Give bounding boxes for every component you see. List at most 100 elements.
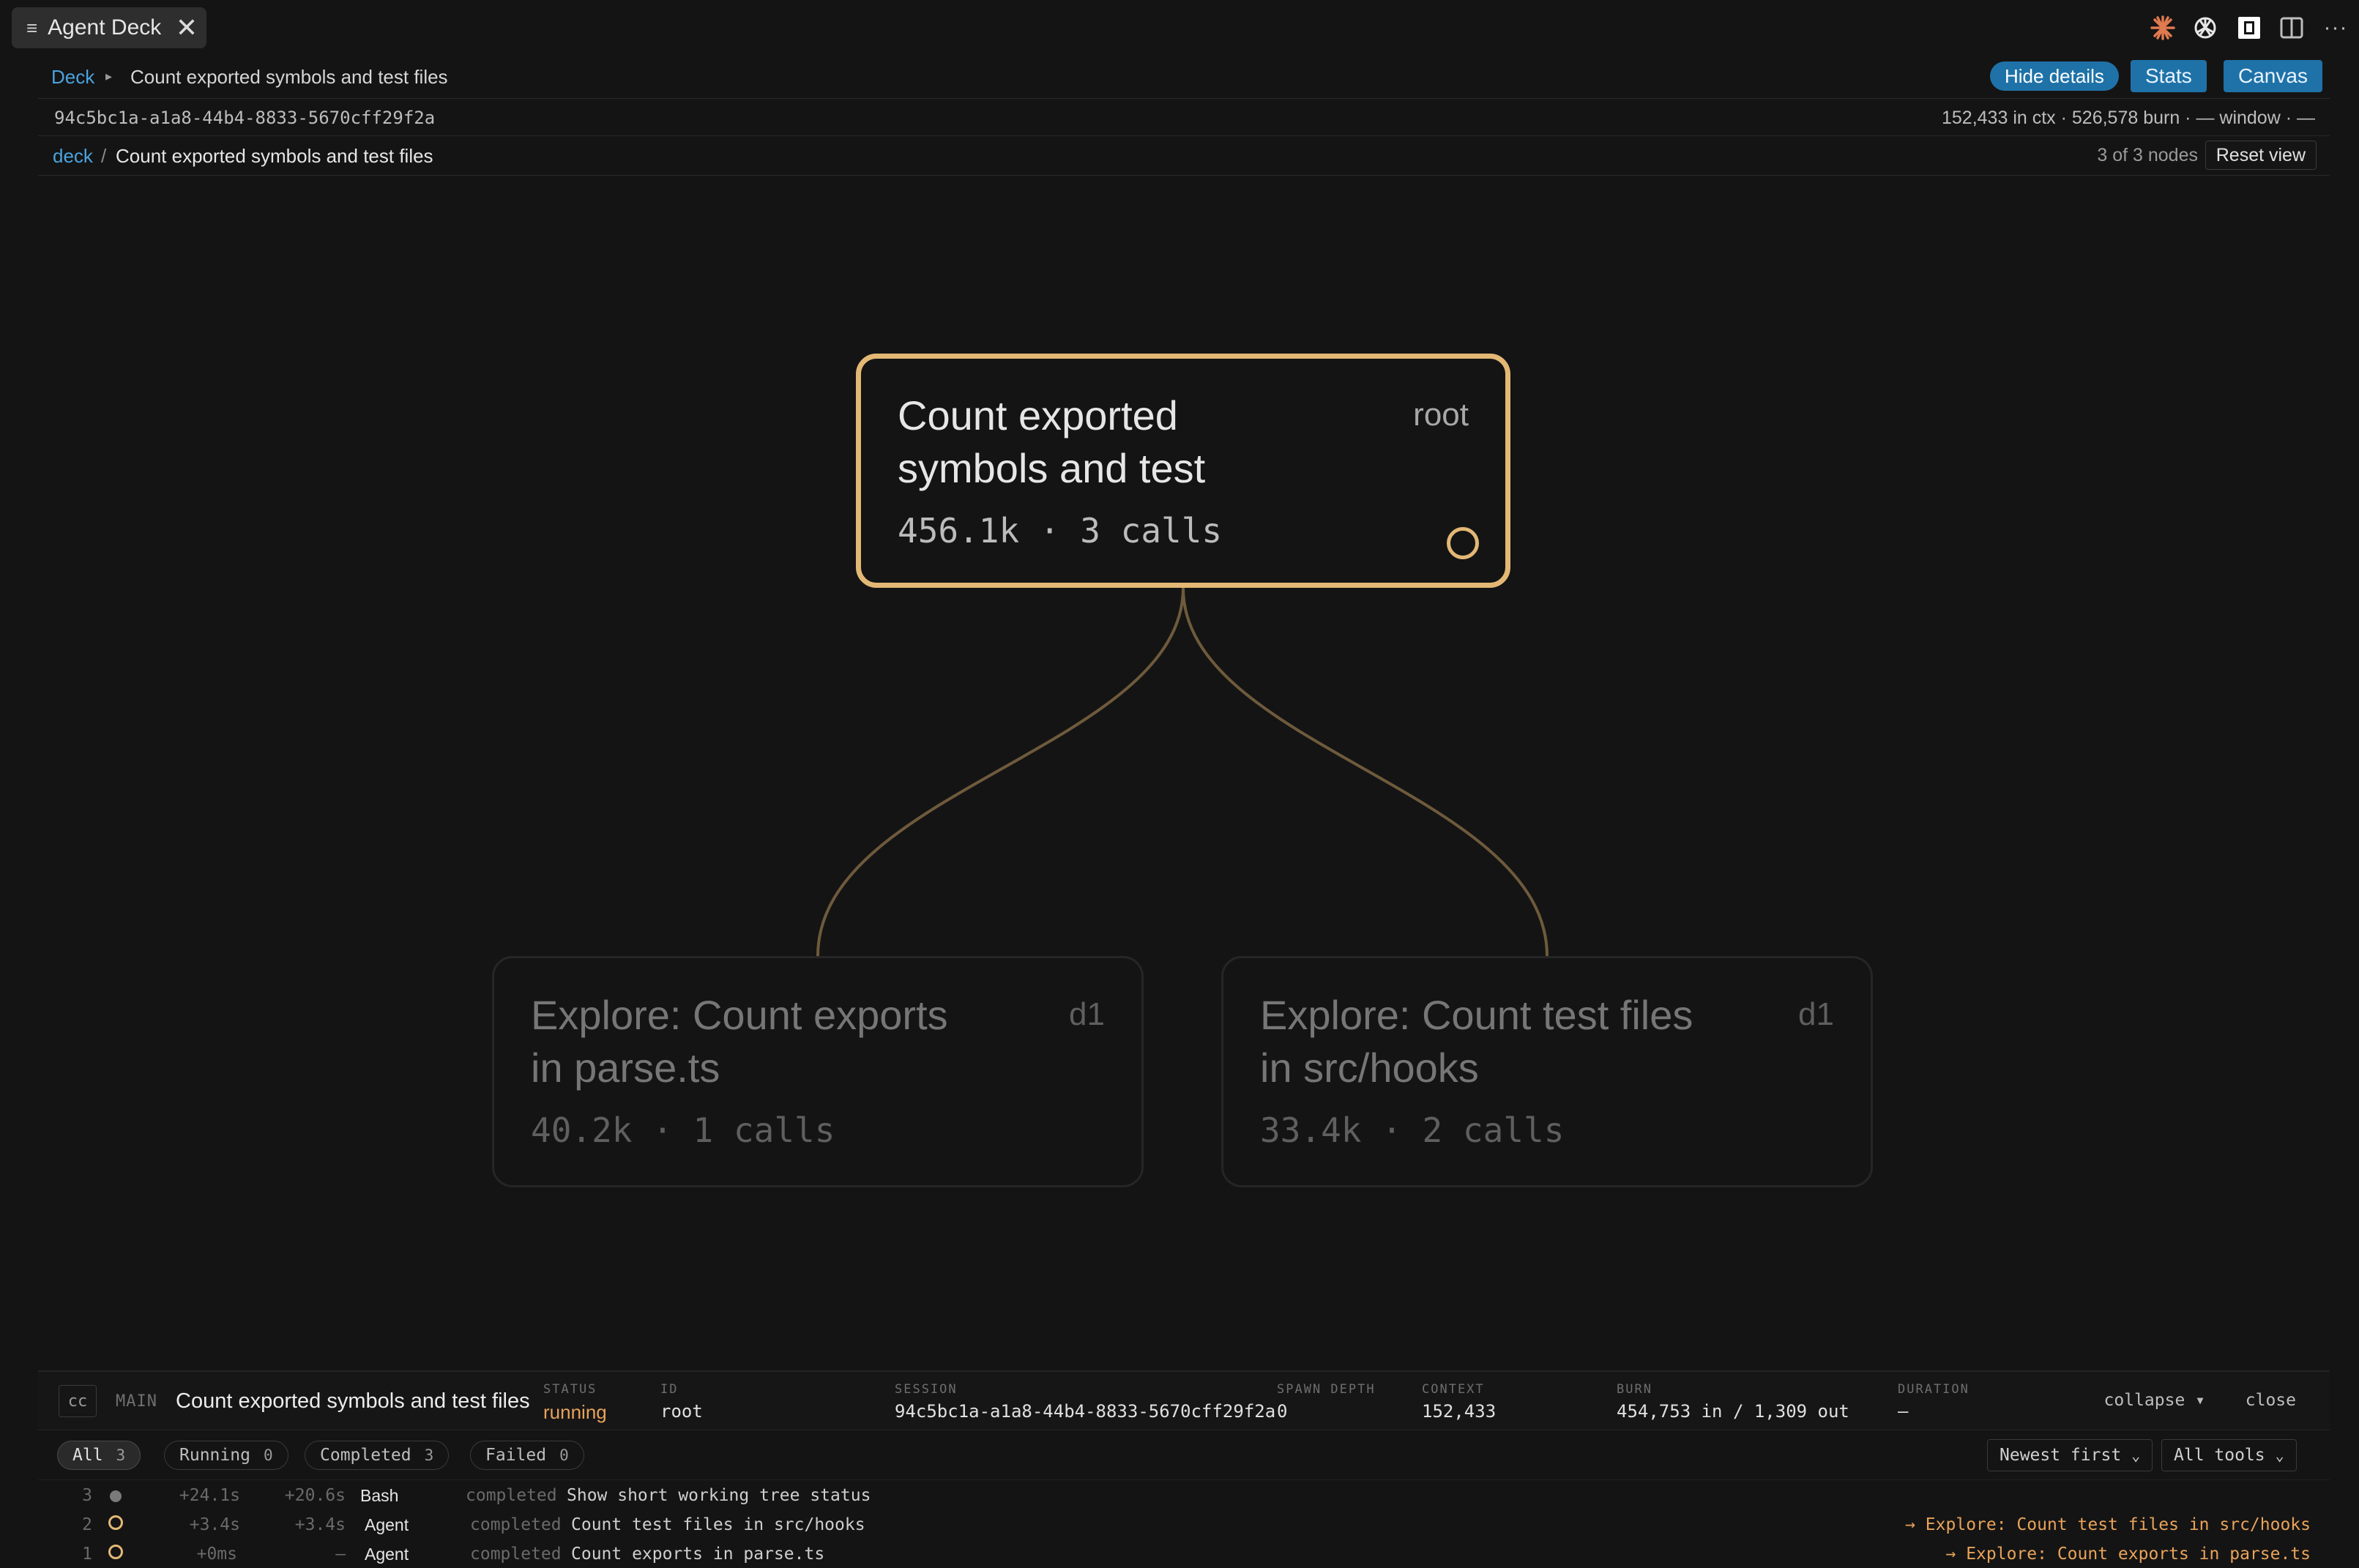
field-context: CONTEXT 152,433 <box>1422 1382 1496 1422</box>
more-options-icon[interactable]: ··· <box>2322 15 2349 41</box>
node-depth-tag: d1 <box>1069 996 1105 1032</box>
claude-starburst-icon[interactable] <box>2150 15 2176 41</box>
completed-dot-icon <box>110 1490 122 1502</box>
event-subagent-link[interactable]: → Explore: Count exports in parse.ts <box>1946 1545 2311 1564</box>
path-bar: deck / Count exported symbols and test f… <box>38 136 2330 176</box>
tools-select[interactable]: All tools ⌄ <box>2161 1439 2297 1471</box>
session-value: 94c5bc1a-a1a8-44b4-8833-5670cff29f2a <box>895 1401 1276 1422</box>
event-row[interactable]: 3 +24.1s +20.6s Bash completed Show shor… <box>38 1482 2330 1511</box>
event-description: Show short working tree status <box>567 1486 871 1505</box>
event-status: completed <box>470 1515 562 1534</box>
filter-chip-completed[interactable]: Completed 3 <box>305 1441 450 1470</box>
event-duration: +20.6s <box>284 1486 346 1505</box>
filter-label: Completed <box>320 1446 411 1465</box>
filter-label: All <box>72 1446 103 1465</box>
event-description: Count exports in parse.ts <box>571 1545 825 1564</box>
event-status: completed <box>466 1486 557 1505</box>
event-duration: +3.4s <box>294 1515 346 1534</box>
sort-select[interactable]: Newest first ⌄ <box>1987 1439 2153 1471</box>
chevron-down-icon: ⌄ <box>2131 1446 2141 1464</box>
filter-count: 3 <box>424 1446 434 1464</box>
close-icon[interactable]: ✕ <box>176 13 198 42</box>
id-value: root <box>660 1401 703 1422</box>
stats-button[interactable]: Stats <box>2131 60 2207 92</box>
title-bar: ≡ Agent Deck ✕ ··· <box>0 0 2359 57</box>
split-view-icon[interactable] <box>2278 15 2305 41</box>
breadcrumb-deck-link[interactable]: Deck <box>51 66 94 89</box>
field-id: ID root <box>660 1382 703 1422</box>
path-separator: / <box>101 145 107 167</box>
node-depth-tag: d1 <box>1798 996 1834 1032</box>
filter-chip-failed[interactable]: Failed 0 <box>470 1441 584 1470</box>
spawn-depth-value: 0 <box>1277 1401 1288 1422</box>
event-row[interactable]: 2 +3.4s +3.4s Agent completed Count test… <box>38 1511 2330 1540</box>
tree-node-child[interactable]: Explore: Count test files in src/hooks d… <box>1221 956 1873 1187</box>
details-title: Count exported symbols and test files <box>176 1389 530 1413</box>
tree-node-child[interactable]: Explore: Count exports in parse.ts d1 40… <box>492 956 1144 1187</box>
details-header: cc MAIN Count exported symbols and test … <box>38 1372 2330 1430</box>
burn-value: 454,753 in / 1,309 out <box>1617 1401 1849 1422</box>
node-stats: 40.2k · 1 calls <box>531 1110 835 1150</box>
context-value: 152,433 <box>1422 1401 1497 1422</box>
filter-chip-all[interactable]: All 3 <box>57 1441 141 1470</box>
field-label: BURN <box>1617 1382 1652 1397</box>
field-label: CONTEXT <box>1422 1382 1485 1397</box>
canvas-button[interactable]: Canvas <box>2224 60 2322 92</box>
filter-count: 0 <box>559 1446 569 1464</box>
session-id: 94c5bc1a-a1a8-44b4-8833-5670cff29f2a <box>54 108 436 128</box>
edge-root-to-child-b <box>1182 587 1549 957</box>
agent-type-badge: cc <box>59 1385 97 1417</box>
hide-details-button[interactable]: Hide details <box>1990 61 2119 91</box>
hamburger-icon: ≡ <box>26 16 38 39</box>
event-subagent-link[interactable]: → Explore: Count test files in src/hooks <box>1905 1515 2311 1534</box>
tree-canvas[interactable]: Count exported symbols and test root 456… <box>38 176 2330 1369</box>
breadcrumb-current: Count exported symbols and test files <box>130 66 448 88</box>
event-number: 3 <box>82 1486 92 1505</box>
field-session: SESSION 94c5bc1a-a1a8-44b4-8833-5670cff2… <box>895 1382 1275 1422</box>
panel-toggle-icon[interactable] <box>2236 15 2262 41</box>
node-count: 3 of 3 nodes <box>2097 145 2198 165</box>
openai-icon[interactable] <box>2192 15 2218 41</box>
node-title: Explore: Count test files in src/hooks <box>1260 992 1693 1091</box>
event-number: 2 <box>82 1515 92 1534</box>
filter-chip-running[interactable]: Running 0 <box>164 1441 288 1470</box>
duration-value: — <box>1898 1401 1909 1422</box>
event-tool: Agent <box>365 1515 409 1534</box>
event-tool: Agent <box>365 1545 409 1564</box>
close-details-button[interactable]: close <box>2246 1391 2296 1410</box>
event-start-time: +24.1s <box>179 1486 240 1505</box>
tab-agent-deck[interactable]: ≡ Agent Deck ✕ <box>12 7 206 48</box>
collapse-button[interactable]: collapse ▾ <box>2104 1391 2205 1410</box>
node-depth-tag: root <box>1413 397 1469 433</box>
node-title: Count exported symbols and test <box>898 392 1206 491</box>
event-status: completed <box>470 1545 562 1564</box>
event-description: Count test files in src/hooks <box>571 1515 865 1534</box>
tab-title: Agent Deck <box>48 15 162 40</box>
field-label: STATUS <box>543 1382 597 1397</box>
field-label: DURATION <box>1898 1382 1969 1397</box>
tools-select-value: All tools <box>2174 1446 2265 1465</box>
filter-count: 3 <box>116 1446 126 1464</box>
node-title: Explore: Count exports in parse.ts <box>531 992 948 1091</box>
breadcrumb-bar: Deck ▸ Count exported symbols and test f… <box>38 60 2330 97</box>
running-ring-icon <box>1447 527 1479 559</box>
breadcrumb-separator: ▸ <box>105 69 113 83</box>
field-status: STATUS running <box>543 1382 607 1424</box>
field-spawn-depth: SPAWN DEPTH 0 <box>1277 1382 1376 1422</box>
node-stats: 33.4k · 2 calls <box>1260 1110 1565 1150</box>
field-label: SESSION <box>895 1382 958 1397</box>
path-deck-link[interactable]: deck <box>53 145 93 168</box>
event-start-time: +0ms <box>196 1545 237 1564</box>
reset-view-button[interactable]: Reset view <box>2205 141 2317 170</box>
filter-count: 0 <box>263 1446 273 1464</box>
session-stats: 152,433 in ctx · 526,578 burn · — window… <box>1942 108 2315 128</box>
event-row[interactable]: 1 +0ms – Agent completed Count exports i… <box>38 1540 2330 1568</box>
sort-select-value: Newest first <box>2000 1446 2122 1465</box>
chevron-down-icon: ⌄ <box>2275 1446 2284 1464</box>
filter-label: Failed <box>485 1446 547 1465</box>
field-duration: DURATION — <box>1898 1382 1969 1422</box>
tree-node-root[interactable]: Count exported symbols and test root 456… <box>856 354 1510 588</box>
session-bar: 94c5bc1a-a1a8-44b4-8833-5670cff29f2a 152… <box>38 98 2330 136</box>
edge-root-to-child-a <box>816 587 1185 957</box>
details-panel: cc MAIN Count exported symbols and test … <box>38 1370 2330 1568</box>
